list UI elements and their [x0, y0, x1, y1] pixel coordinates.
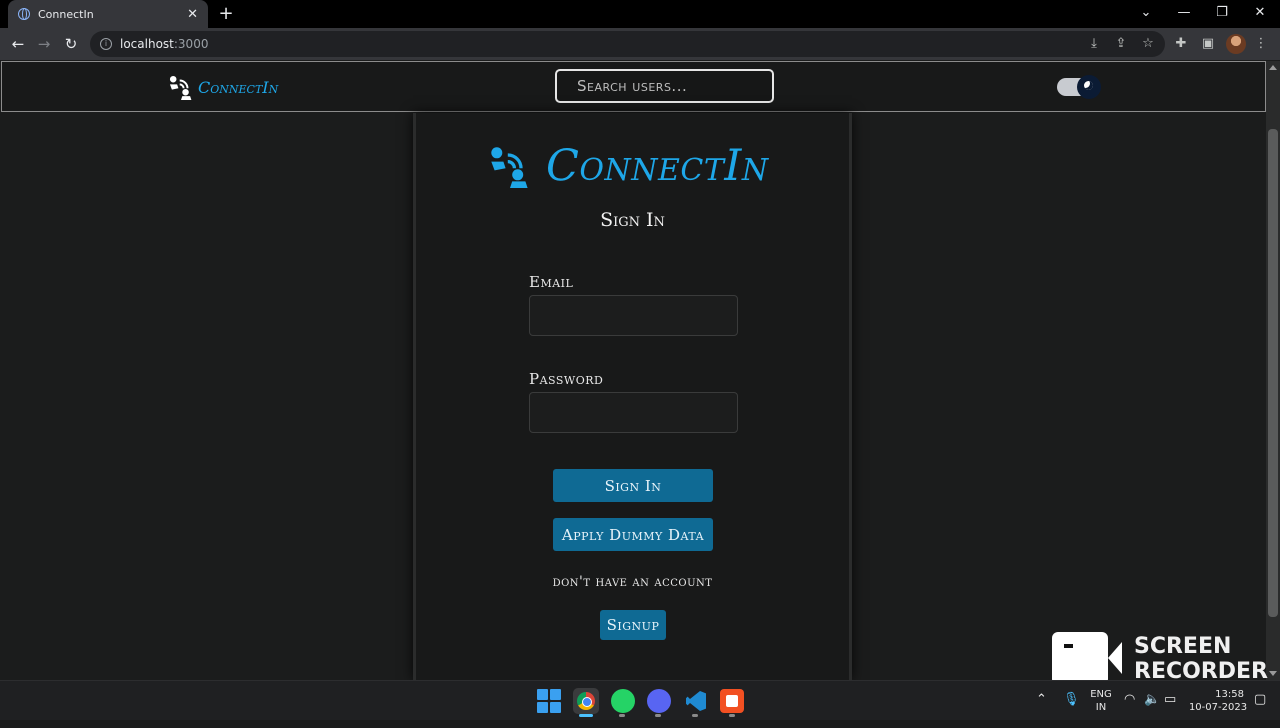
- new-tab-button[interactable]: +: [215, 3, 237, 25]
- browser-toolbar: ← → ↻ i localhost:3000 ⤓ ⇪ ☆ ✚ ▣ ⋮: [0, 28, 1280, 60]
- connectin-logo-icon: [491, 147, 528, 188]
- tab-search-chevron-icon[interactable]: ⌄: [1127, 0, 1165, 28]
- clock-time: 13:58: [1215, 689, 1244, 700]
- minimize-button[interactable]: —: [1165, 0, 1203, 28]
- share-icon[interactable]: ⇪: [1111, 34, 1131, 54]
- browser-titlebar: ConnectIn ✕ + ⌄ — ❐ ✕: [0, 0, 1280, 28]
- app-indicator: [729, 714, 735, 717]
- connectin-logo-icon: [169, 75, 192, 100]
- app-indicator: [619, 714, 625, 717]
- right-background: [852, 113, 1266, 680]
- url-host: localhost: [120, 37, 174, 51]
- app-header: ConnectIn: [1, 61, 1266, 112]
- install-app-icon[interactable]: ⤓: [1084, 34, 1104, 54]
- windows-start-icon[interactable]: [537, 689, 561, 713]
- header-brand-text: ConnectIn: [198, 77, 279, 97]
- language-code: ENG: [1090, 689, 1112, 700]
- page-scrollbar[interactable]: [1266, 61, 1280, 680]
- browser-tab[interactable]: ConnectIn ✕: [8, 0, 208, 28]
- app-indicator: [692, 714, 698, 717]
- recorder-taskbar-icon[interactable]: [720, 689, 744, 713]
- profile-avatar[interactable]: [1226, 34, 1246, 54]
- header-brand[interactable]: ConnectIn: [168, 74, 278, 100]
- signup-button[interactable]: Signup: [600, 610, 666, 640]
- windows-taskbar: ⌃ 🎙 ENG IN ◠ 🔈 ▭ 13:58 10-07-2023 ▢: [0, 680, 1280, 720]
- discord-taskbar-icon[interactable]: [647, 689, 671, 713]
- active-app-indicator: [579, 714, 593, 717]
- left-background: [0, 113, 413, 680]
- theme-toggle[interactable]: [1057, 75, 1101, 99]
- tab-title: ConnectIn: [38, 7, 94, 21]
- reload-icon[interactable]: ↻: [60, 33, 82, 55]
- notifications-icon[interactable]: ▢: [1254, 692, 1266, 707]
- browser-menu-icon[interactable]: ⋮: [1251, 34, 1271, 54]
- scroll-down-icon[interactable]: [1269, 671, 1277, 676]
- forward-arrow-icon[interactable]: →: [33, 33, 55, 55]
- email-label: Email: [529, 273, 574, 291]
- wifi-icon[interactable]: ◠: [1124, 692, 1135, 707]
- restore-button[interactable]: ❐: [1203, 0, 1241, 28]
- sign-in-button[interactable]: Sign In: [553, 469, 713, 502]
- language-region: IN: [1095, 702, 1107, 713]
- app-indicator: [655, 714, 661, 717]
- account-prompt: don't have an account: [552, 574, 713, 590]
- site-info-icon[interactable]: i: [100, 38, 112, 50]
- apply-dummy-data-button[interactable]: Apply Dummy Data: [553, 518, 713, 551]
- email-field[interactable]: [529, 295, 738, 336]
- volume-icon[interactable]: 🔈: [1144, 692, 1160, 707]
- recorder-text: SCREEN RECORDER: [1134, 634, 1268, 684]
- vscode-taskbar-icon[interactable]: [684, 689, 708, 713]
- password-label: Password: [529, 370, 604, 388]
- clock-date: 10-07-2023: [1188, 702, 1248, 713]
- close-tab-icon[interactable]: ✕: [187, 7, 198, 22]
- recorder-line-1: SCREEN: [1134, 634, 1232, 659]
- url-port: :3000: [173, 37, 209, 51]
- signin-panel: ConnectIn Sign In Email Password Sign In…: [413, 113, 852, 680]
- page-title: Sign In: [600, 209, 665, 231]
- bookmark-star-icon[interactable]: ☆: [1138, 34, 1158, 54]
- scroll-up-icon[interactable]: [1269, 65, 1277, 70]
- battery-icon[interactable]: ▭: [1164, 692, 1176, 707]
- back-arrow-icon[interactable]: ←: [7, 33, 29, 55]
- address-bar[interactable]: i localhost:3000: [90, 31, 1165, 57]
- side-panel-icon[interactable]: ▣: [1198, 34, 1218, 54]
- language-indicator[interactable]: ENG IN: [1086, 688, 1116, 728]
- show-hidden-icons-chevron-icon[interactable]: ⌃: [1036, 692, 1047, 707]
- close-window-button[interactable]: ✕: [1241, 0, 1279, 28]
- camera-lens-icon: [1108, 642, 1122, 674]
- microphone-icon[interactable]: 🎙: [1063, 692, 1080, 707]
- chrome-taskbar-icon[interactable]: [573, 688, 599, 714]
- signin-brand: ConnectIn: [488, 141, 769, 191]
- globe-icon: [18, 8, 30, 20]
- signin-brand-text: ConnectIn: [546, 141, 769, 191]
- whatsapp-taskbar-icon[interactable]: [611, 689, 635, 713]
- moon-icon: [1077, 75, 1101, 99]
- password-field[interactable]: [529, 392, 738, 433]
- clock[interactable]: 13:58 10-07-2023: [1188, 688, 1248, 728]
- scroll-thumb[interactable]: [1268, 129, 1278, 617]
- video-camera-icon: [1052, 632, 1108, 685]
- extensions-puzzle-icon[interactable]: ✚: [1171, 34, 1191, 54]
- search-users-input[interactable]: [555, 69, 774, 103]
